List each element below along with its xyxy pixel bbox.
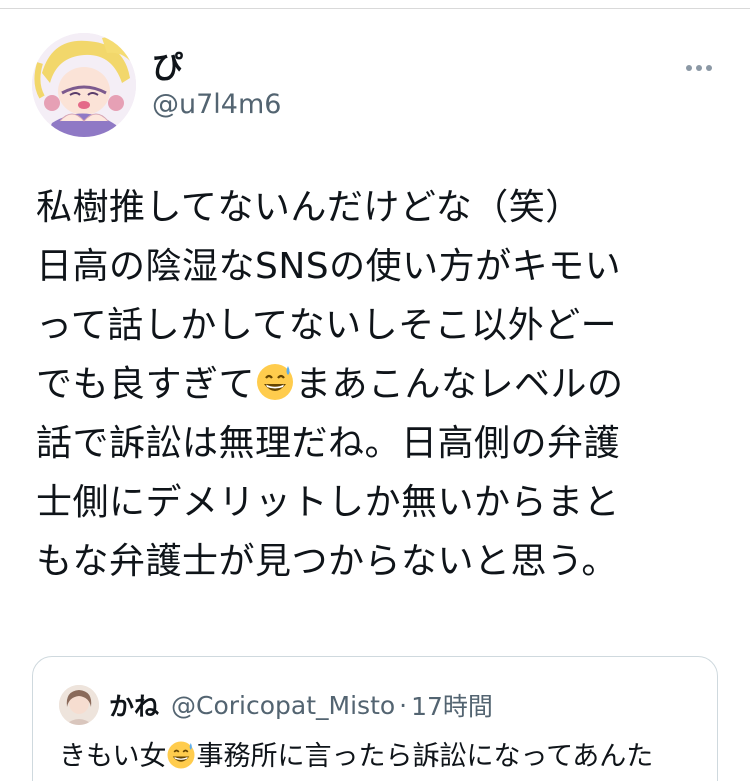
avatar-illustration-icon (32, 33, 136, 137)
quoted-tweet-card[interactable]: かね @Coricopat_Misto · 17時間 きもい女 事務所に言ったら訴… (32, 656, 718, 781)
quoted-text-part: 事務所に言ったら訴訟になってあんた (196, 741, 654, 772)
quoted-author-display-name[interactable]: かね (109, 687, 159, 723)
quoted-text-part: きもい女 (59, 741, 167, 772)
tweet-line: 話で訴訟は無理だね。日高側の弁護 (36, 423, 621, 464)
top-divider (0, 8, 750, 9)
tweet-text: 私樹推してないんだけどな（笑） 日高の陰湿なSNSの使い方がキモい って話しかし… (36, 178, 716, 591)
grinning-sweat-emoji-icon (255, 361, 295, 401)
author-avatar[interactable] (32, 33, 136, 137)
quoted-author-avatar[interactable] (59, 685, 99, 725)
tweet-line: もな弁護士が見つからないと思う。 (36, 541, 618, 582)
tweet-line: 士側にデメリットしか無いからまと (36, 482, 621, 523)
quoted-tweet-timestamp[interactable]: 17時間 (411, 687, 493, 723)
tweet-line: でも良すぎて (36, 364, 256, 405)
quoted-author-handle[interactable]: @Coricopat_Misto (171, 691, 395, 720)
quoted-tweet-text: きもい女 事務所に言ったら訴訟になってあんた (59, 737, 653, 777)
more-horizontal-icon[interactable] (684, 60, 714, 74)
tweet-line: 私樹推してないんだけどな（笑） (36, 187, 582, 228)
author-display-name[interactable]: ぴ (152, 50, 183, 86)
quoted-tweet-header: かね @Coricopat_Misto · 17時間 (59, 685, 493, 725)
tweet-line: って話しかしてないしそこ以外どー (36, 305, 618, 346)
author-handle[interactable]: @u7l4m6 (152, 88, 281, 122)
tweet-line: まあこんなレベルの (295, 364, 624, 405)
dot-separator: · (399, 690, 408, 720)
grinning-sweat-emoji-icon (166, 740, 196, 770)
tweet-line: 日高の陰湿なSNSの使い方がキモい (36, 246, 622, 287)
